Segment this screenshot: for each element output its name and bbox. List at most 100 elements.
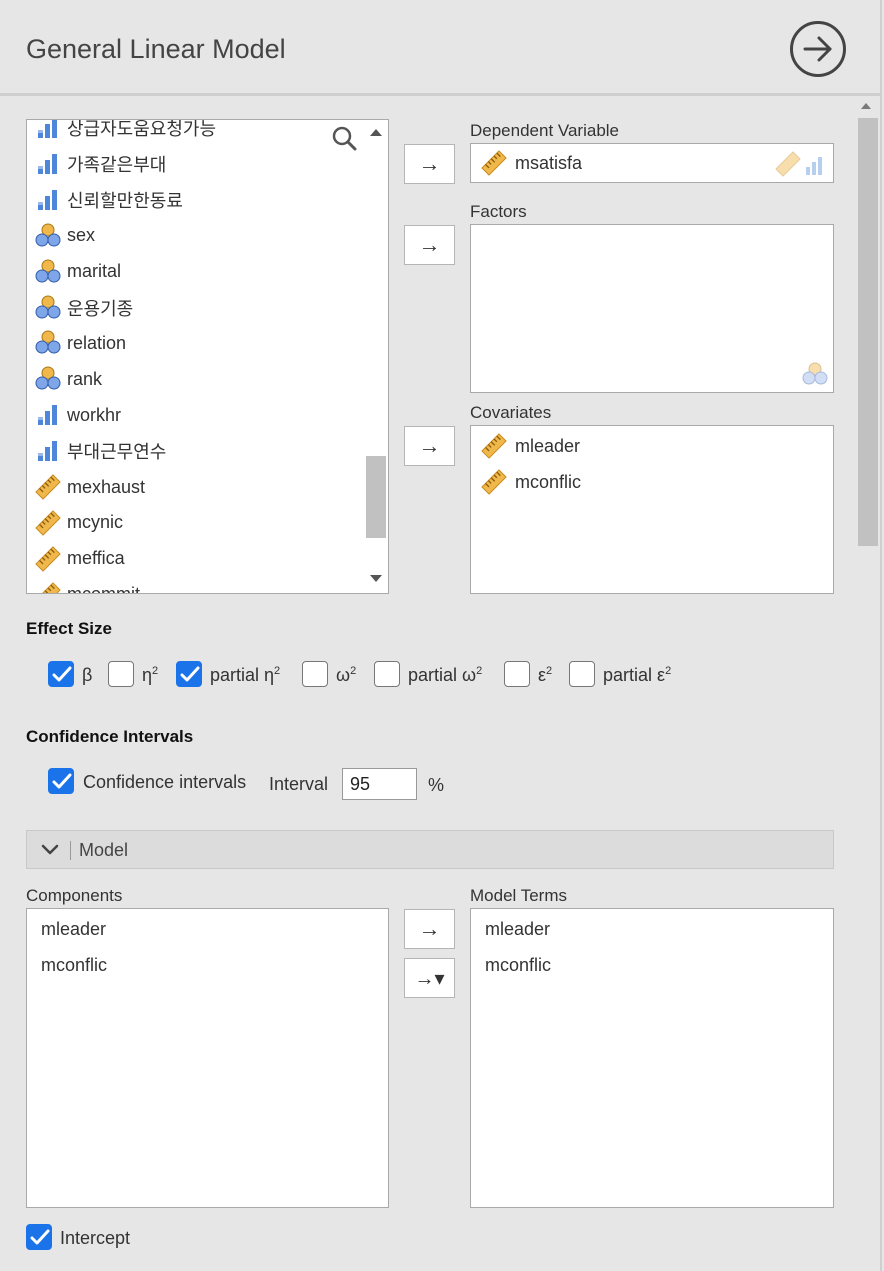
variable-list-item[interactable]: mcommit bbox=[35, 580, 140, 593]
components-box[interactable]: mleader mconflic bbox=[26, 908, 389, 1208]
variable-name: 운용기종 bbox=[67, 298, 134, 319]
model-terms-box[interactable]: mleader mconflic bbox=[470, 908, 834, 1208]
variable-list-item[interactable]: relation bbox=[35, 328, 126, 358]
scroll-up-icon[interactable] bbox=[861, 103, 871, 109]
variable-list-item[interactable]: 운용기종 bbox=[35, 293, 133, 323]
variable-name: marital bbox=[67, 261, 122, 282]
add-interaction-dropdown-button[interactable]: →▾ bbox=[404, 958, 455, 998]
variable-name: workhr bbox=[67, 404, 122, 425]
move-to-factors-button[interactable]: → bbox=[404, 225, 455, 265]
effect-size-checkbox[interactable] bbox=[302, 661, 328, 687]
variable-list-item[interactable]: 신뢰할만한동료 bbox=[35, 185, 183, 215]
effect-size-checkbox[interactable] bbox=[108, 661, 134, 687]
variable-name: mexhaust bbox=[67, 476, 146, 497]
effect-size-option-label: β bbox=[82, 665, 93, 685]
continuous-variable-icon bbox=[35, 546, 61, 572]
interval-input[interactable]: 95 bbox=[342, 768, 417, 800]
effect-size-checkbox[interactable] bbox=[504, 661, 530, 687]
variable-name: 신뢰할만한동료 bbox=[67, 190, 183, 211]
search-icon[interactable] bbox=[332, 126, 358, 152]
covariate-name: mconflic bbox=[515, 471, 582, 492]
effect-size-checkbox[interactable] bbox=[48, 661, 74, 687]
effect-size-option-label: ε2 bbox=[538, 665, 553, 685]
model-term-item[interactable]: mleader bbox=[485, 919, 550, 940]
covariate-name: mleader bbox=[515, 435, 581, 456]
covariate-item[interactable]: mleader bbox=[481, 431, 580, 461]
effect-size-checkbox[interactable] bbox=[374, 661, 400, 687]
model-term-item[interactable]: mconflic bbox=[485, 955, 551, 976]
arrow-right-dropdown-icon: →▾ bbox=[414, 967, 445, 990]
check-icon bbox=[52, 773, 72, 789]
continuous-variable-icon bbox=[35, 581, 61, 593]
dependent-variable-box[interactable]: msatisfa bbox=[470, 143, 834, 183]
move-to-covariates-button[interactable]: → bbox=[404, 426, 455, 466]
variable-list-item[interactable]: marital bbox=[35, 257, 121, 287]
variable-name: meffica bbox=[67, 548, 125, 569]
variable-list-item[interactable]: 부대근무연수 bbox=[35, 436, 166, 466]
continuous-variable-icon bbox=[481, 469, 507, 495]
confidence-intervals-checkbox[interactable] bbox=[48, 768, 74, 794]
arrow-circle-right-icon bbox=[803, 36, 832, 62]
ordinal-variable-icon bbox=[38, 441, 57, 462]
continuous-variable-icon bbox=[35, 510, 61, 536]
variable-list-item[interactable]: sex bbox=[35, 221, 95, 251]
factors-box[interactable] bbox=[470, 224, 834, 393]
component-item[interactable]: mleader bbox=[41, 919, 106, 940]
confidence-intervals-label: Confidence intervals bbox=[83, 772, 247, 792]
covariate-item[interactable]: mconflic bbox=[481, 467, 581, 497]
arrow-right-icon: → bbox=[418, 232, 441, 257]
effect-size-option-label: η2 bbox=[142, 665, 159, 685]
ordinal-variable-icon bbox=[38, 120, 57, 138]
model-section-label: Model bbox=[79, 840, 129, 860]
allowed-types-icon bbox=[775, 151, 822, 177]
confidence-intervals-heading: Confidence Intervals bbox=[26, 727, 194, 746]
variable-list-item[interactable]: rank bbox=[35, 364, 102, 394]
model-terms-label: Model Terms bbox=[470, 886, 567, 905]
move-to-dependent-button[interactable]: → bbox=[404, 144, 455, 184]
covariates-label: Covariates bbox=[470, 403, 552, 422]
nominal-variable-icon bbox=[35, 366, 61, 390]
variable-list-item[interactable]: mcynic bbox=[35, 508, 123, 538]
effect-size-option-label: partial ω2 bbox=[408, 665, 483, 685]
components-label: Components bbox=[26, 886, 123, 905]
nominal-variable-icon bbox=[35, 330, 61, 354]
run-analysis-button[interactable] bbox=[790, 21, 846, 77]
panel-edge bbox=[880, 0, 882, 1271]
variable-list[interactable]: 상급자도움요청가능가족같은부대신뢰할만한동료 sex marital 운용기종 rela… bbox=[26, 119, 389, 594]
nominal-variable-icon bbox=[35, 223, 61, 247]
variable-list-item[interactable]: 상급자도움요청가능 bbox=[35, 119, 217, 143]
variable-name: rank bbox=[67, 368, 103, 389]
variable-name: relation bbox=[67, 332, 127, 353]
divider bbox=[70, 841, 71, 860]
ordinal-variable-icon bbox=[38, 153, 57, 174]
ordinal-variable-icon bbox=[38, 405, 57, 426]
add-model-term-button[interactable]: → bbox=[404, 909, 455, 949]
dependent-variable-label: Dependent Variable bbox=[470, 121, 620, 140]
variable-name: sex bbox=[67, 225, 96, 246]
component-item[interactable]: mconflic bbox=[41, 955, 107, 976]
continuous-variable-icon bbox=[35, 474, 61, 500]
panel-header: General Linear Model bbox=[0, 0, 880, 96]
arrow-right-icon: → bbox=[418, 151, 441, 176]
variable-list-scrollbar-thumb[interactable] bbox=[366, 456, 386, 538]
effect-size-option-label: partial η2 bbox=[210, 665, 281, 685]
variable-name: 상급자도움요청가능 bbox=[67, 119, 217, 139]
dependent-variable-value: msatisfa bbox=[515, 152, 583, 173]
intercept-label: Intercept bbox=[60, 1228, 131, 1248]
variable-list-item[interactable]: meffica bbox=[35, 544, 125, 574]
scroll-up-icon[interactable] bbox=[370, 129, 382, 136]
variable-list-item[interactable]: mexhaust bbox=[35, 472, 145, 502]
panel-title: General Linear Model bbox=[26, 34, 286, 64]
panel-scrollbar-thumb[interactable] bbox=[858, 118, 878, 546]
intercept-checkbox[interactable] bbox=[26, 1224, 52, 1250]
model-section-header[interactable]: Model bbox=[26, 830, 834, 869]
check-icon bbox=[180, 666, 200, 682]
effect-size-checkbox[interactable] bbox=[569, 661, 595, 687]
chevron-down-icon bbox=[41, 844, 59, 855]
scroll-down-icon[interactable] bbox=[370, 575, 382, 582]
covariates-box[interactable]: mleader mconflic bbox=[470, 425, 834, 594]
variable-list-item[interactable]: 가족같은부대 bbox=[35, 149, 166, 179]
effect-size-heading: Effect Size bbox=[26, 619, 112, 638]
variable-list-item[interactable]: workhr bbox=[35, 400, 121, 430]
effect-size-checkbox[interactable] bbox=[176, 661, 202, 687]
